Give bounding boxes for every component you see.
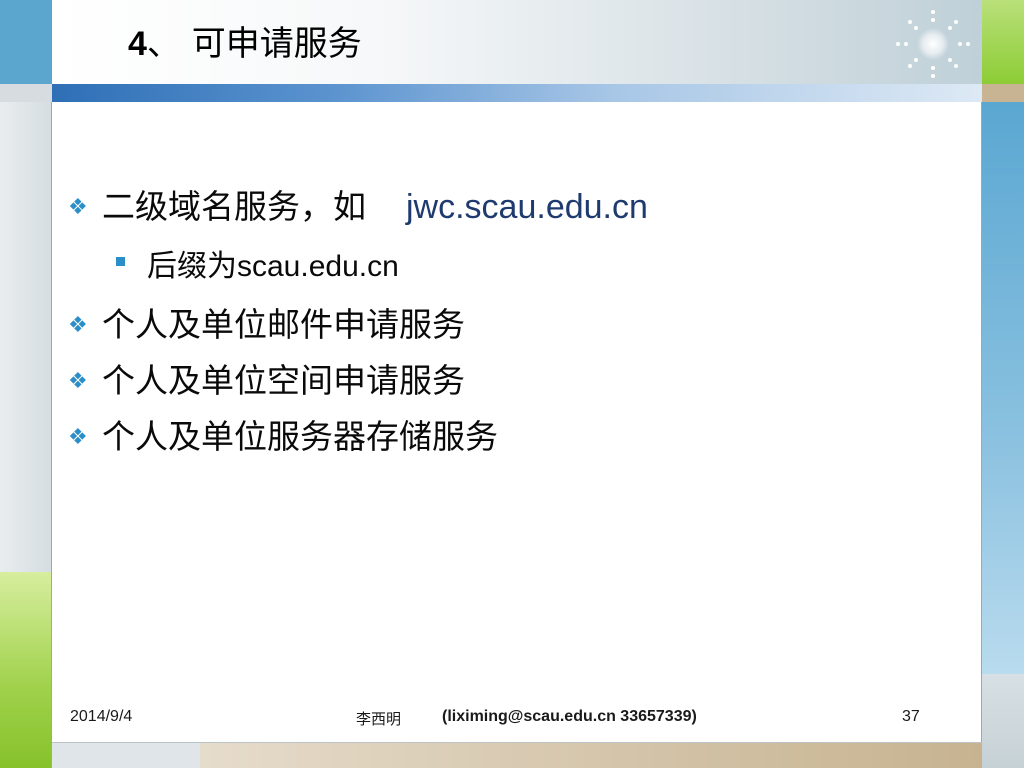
corner-block-top-left (0, 0, 52, 84)
strip-left (0, 84, 52, 102)
left-column-lower (0, 572, 52, 768)
strip-right (982, 84, 1024, 102)
title-number: 4 (128, 25, 147, 63)
right-column-upper (982, 102, 1024, 674)
sub-bullet-item: 后缀为scau.edu.cn (116, 241, 399, 285)
right-divider (981, 102, 982, 768)
bullet-domain: jwc.scau.edu.cn (406, 188, 648, 226)
corner-block-top-right (982, 0, 1024, 84)
title-text: 、 可申请服务 (146, 24, 362, 64)
bullet-item: ❖ 个人及单位空间申请服务 (68, 354, 465, 402)
bullet-item: ❖ 二级域名服务，如 jwc.scau.edu.cn (68, 180, 648, 228)
bullet-text: 二级域名服务，如 (102, 187, 366, 226)
bullet-text: 个人及单位服务器存储服务 (102, 417, 498, 456)
diamond-four-icon: ❖ (68, 195, 88, 220)
sparkle-icon (896, 10, 970, 78)
diamond-four-icon: ❖ (68, 369, 88, 394)
sub-bullet-text: 后缀为 (147, 249, 237, 284)
footer-page-number: 37 (902, 708, 920, 725)
left-column-upper (0, 102, 52, 572)
sub-bullet-domain: scau.edu.cn (237, 250, 399, 283)
diamond-four-icon: ❖ (68, 425, 88, 450)
square-icon (116, 257, 125, 266)
bottom-band-left (52, 742, 200, 768)
slide-title: 4、 可申请服务 (128, 22, 362, 66)
footer-date: 2014/9/4 (70, 708, 133, 725)
bottom-band-right (200, 742, 982, 768)
bullet-item: ❖ 个人及单位邮件申请服务 (68, 298, 465, 346)
diamond-four-icon: ❖ (68, 313, 88, 338)
gradient-strip (52, 84, 982, 102)
bullet-item: ❖ 个人及单位服务器存储服务 (68, 410, 498, 458)
footer-author: 李西明 (356, 710, 402, 728)
bottom-divider (52, 742, 982, 743)
bullet-text: 个人及单位空间申请服务 (102, 361, 465, 400)
bullet-text: 个人及单位邮件申请服务 (102, 305, 465, 344)
left-divider (51, 102, 52, 768)
footer-contact: (liximing@scau.edu.cn 33657339) (442, 708, 697, 725)
right-column-lower (982, 674, 1024, 768)
